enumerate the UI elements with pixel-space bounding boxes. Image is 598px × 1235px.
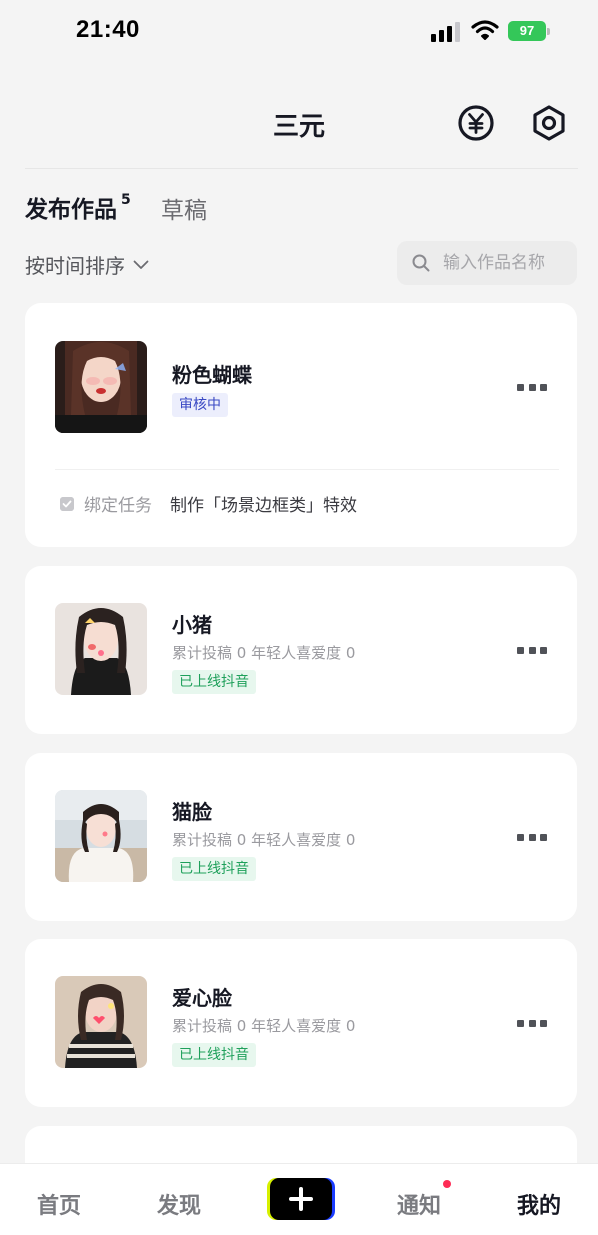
search-bar[interactable] [397, 241, 577, 285]
status-badge: 审核中 [172, 393, 228, 417]
work-name: 粉色蝴蝶 [172, 363, 252, 387]
tab-notifications[interactable]: 通知 [397, 1188, 441, 1220]
work-stats: 累计投稿 0 年轻人喜爱度 0 [172, 644, 356, 662]
published-count: 5 [121, 192, 131, 209]
work-card[interactable]: 粉色蝴蝶 审核中 绑定任务 制作「场景边框类」特效 [25, 303, 577, 547]
work-stats: 累计投稿 0 年轻人喜爱度 0 [172, 831, 356, 849]
search-input[interactable] [443, 253, 573, 273]
header-divider [25, 168, 578, 169]
tab-published-label: 发布作品 [25, 197, 117, 223]
tab-home[interactable]: 首页 [37, 1188, 81, 1220]
card-divider [55, 469, 559, 470]
status-badge: 已上线抖音 [172, 1043, 256, 1067]
search-icon [412, 254, 430, 272]
work-name: 爱心脸 [172, 986, 232, 1010]
task-label: 绑定任务 [84, 496, 152, 516]
tab-me[interactable]: 我的 [517, 1188, 561, 1220]
bottom-tab-bar: 首页 发现 通知 我的 [0, 1163, 598, 1235]
status-bar: 21:40 97 [0, 0, 598, 62]
battery-icon: 97 [508, 21, 550, 41]
work-name: 猫脸 [172, 800, 212, 824]
work-card[interactable]: 小猪 累计投稿 0 年轻人喜爱度 0 已上线抖音 [25, 566, 577, 734]
bound-task-row[interactable]: 绑定任务 制作「场景边框类」特效 [60, 491, 357, 516]
notification-dot [443, 1180, 451, 1188]
work-name: 小猪 [172, 613, 212, 637]
cellular-signal-icon [431, 22, 461, 42]
status-time: 21:40 [76, 16, 140, 43]
settings-icon[interactable] [530, 104, 568, 142]
more-options-button[interactable] [517, 1018, 547, 1028]
more-options-button[interactable] [517, 645, 547, 655]
more-options-button[interactable] [517, 382, 547, 392]
work-card[interactable]: 爱心脸 累计投稿 0 年轻人喜爱度 0 已上线抖音 [25, 939, 577, 1107]
work-stats: 累计投稿 0 年轻人喜爱度 0 [172, 1017, 356, 1035]
work-thumbnail [55, 603, 147, 695]
status-badge: 已上线抖音 [172, 670, 256, 694]
tab-drafts[interactable]: 草稿 [161, 191, 207, 225]
work-thumbnail [55, 790, 147, 882]
tab-discover[interactable]: 发现 [157, 1188, 201, 1220]
checkbox-icon [60, 496, 74, 511]
header: 三元 [0, 92, 598, 156]
status-badge: 已上线抖音 [172, 857, 256, 881]
tab-published[interactable]: 发布作品 5 [25, 190, 131, 224]
create-plus-button[interactable] [267, 1178, 335, 1220]
work-thumbnail [55, 976, 147, 1068]
sort-dropdown[interactable]: 按时间排序 [25, 250, 149, 279]
more-options-button[interactable] [517, 832, 547, 842]
sort-label: 按时间排序 [25, 254, 125, 278]
task-value: 制作「场景边框类」特效 [170, 496, 357, 516]
yen-icon[interactable] [457, 104, 495, 142]
battery-level: 97 [508, 21, 546, 41]
chevron-down-icon [133, 260, 149, 269]
wifi-icon [471, 20, 499, 40]
work-card[interactable]: 猫脸 累计投稿 0 年轻人喜爱度 0 已上线抖音 [25, 753, 577, 921]
work-thumbnail [55, 341, 147, 433]
page-title: 三元 [272, 112, 325, 142]
